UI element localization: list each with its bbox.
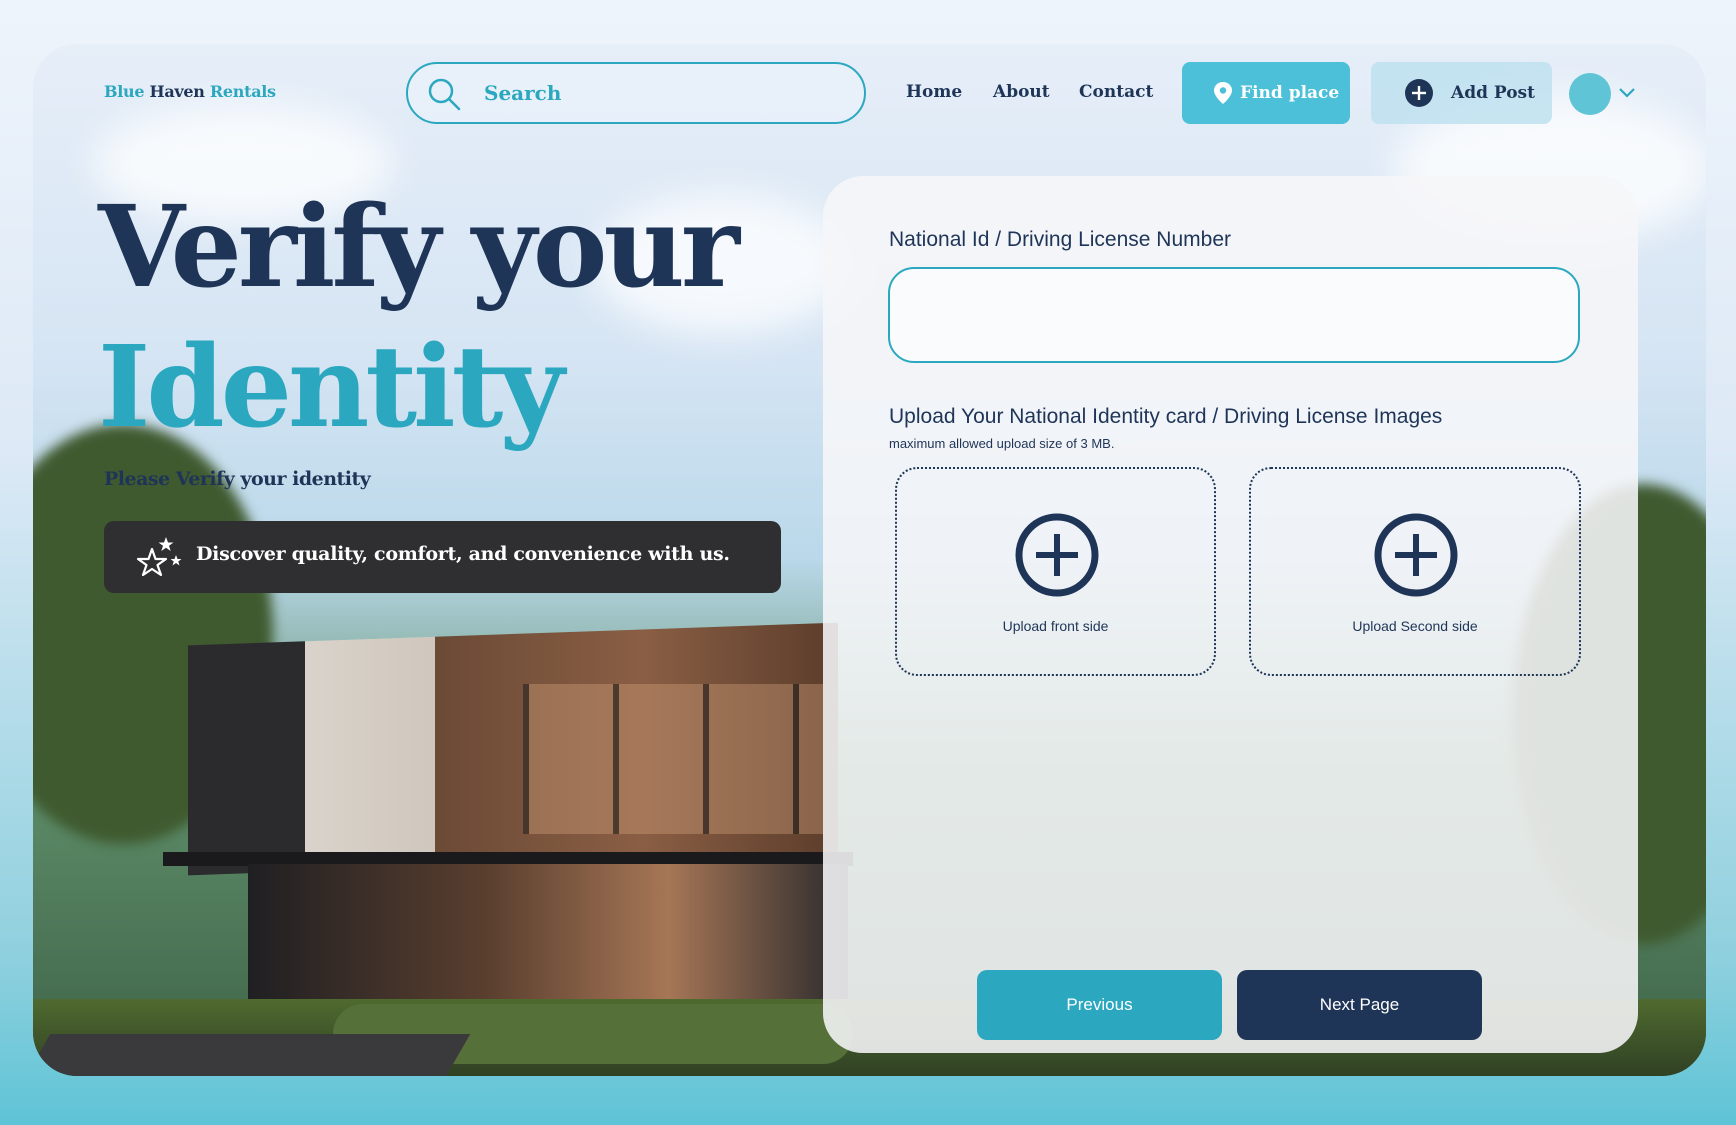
plus-circle-icon[interactable] [1014, 512, 1100, 598]
house-windows [523, 684, 823, 834]
brand-word-haven: Haven [149, 82, 205, 101]
find-place-label: Find place [1240, 83, 1340, 103]
hero-subtitle: Please Verify your identity [104, 468, 371, 490]
hero-title-line2: Identity [98, 322, 564, 453]
plus-circle-icon [1405, 79, 1433, 107]
brand-word-rentals: Rentals [209, 82, 276, 101]
nav-home[interactable]: Home [906, 82, 962, 102]
garden-path [33, 1034, 471, 1076]
chevron-down-icon[interactable] [1618, 86, 1636, 98]
upload-front-dropzone[interactable]: Upload front side [895, 467, 1216, 676]
hero-title-line1: Verify your [98, 182, 740, 313]
upload-label: Upload Your National Identity card / Dri… [889, 405, 1443, 428]
plus-circle-icon[interactable] [1373, 512, 1459, 598]
house-ground-floor [248, 864, 848, 1004]
search-input[interactable]: Search [484, 81, 561, 105]
tagline-banner: Discover quality, comfort, and convenien… [104, 521, 781, 593]
nav-contact[interactable]: Contact [1079, 82, 1153, 102]
tagline-text: Discover quality, comfort, and convenien… [196, 543, 730, 565]
upload-back-label: Upload Second side [1352, 618, 1478, 634]
id-number-input[interactable] [888, 267, 1580, 363]
find-place-button[interactable]: Find place [1182, 62, 1350, 124]
search-bar[interactable]: Search [406, 62, 866, 124]
nav-about[interactable]: About [993, 82, 1050, 102]
id-number-label: National Id / Driving License Number [889, 228, 1231, 251]
upload-back-dropzone[interactable]: Upload Second side [1249, 467, 1581, 676]
brand-word-blue: Blue [104, 82, 145, 101]
previous-button[interactable]: Previous [977, 970, 1222, 1040]
upload-size-hint: maximum allowed upload size of 3 MB. [889, 436, 1115, 451]
map-pin-icon [1214, 82, 1232, 104]
avatar[interactable] [1569, 73, 1611, 115]
upload-front-label: Upload front side [1002, 618, 1109, 634]
search-icon[interactable] [426, 76, 462, 112]
stars-icon [136, 537, 182, 577]
add-post-button[interactable]: Add Post [1371, 62, 1552, 124]
add-post-label: Add Post [1451, 83, 1535, 103]
next-page-button[interactable]: Next Page [1237, 970, 1482, 1040]
brand-logo[interactable]: Blue Haven Rentals [104, 82, 276, 101]
verification-form-card: National Id / Driving License Number Upl… [823, 176, 1638, 1053]
